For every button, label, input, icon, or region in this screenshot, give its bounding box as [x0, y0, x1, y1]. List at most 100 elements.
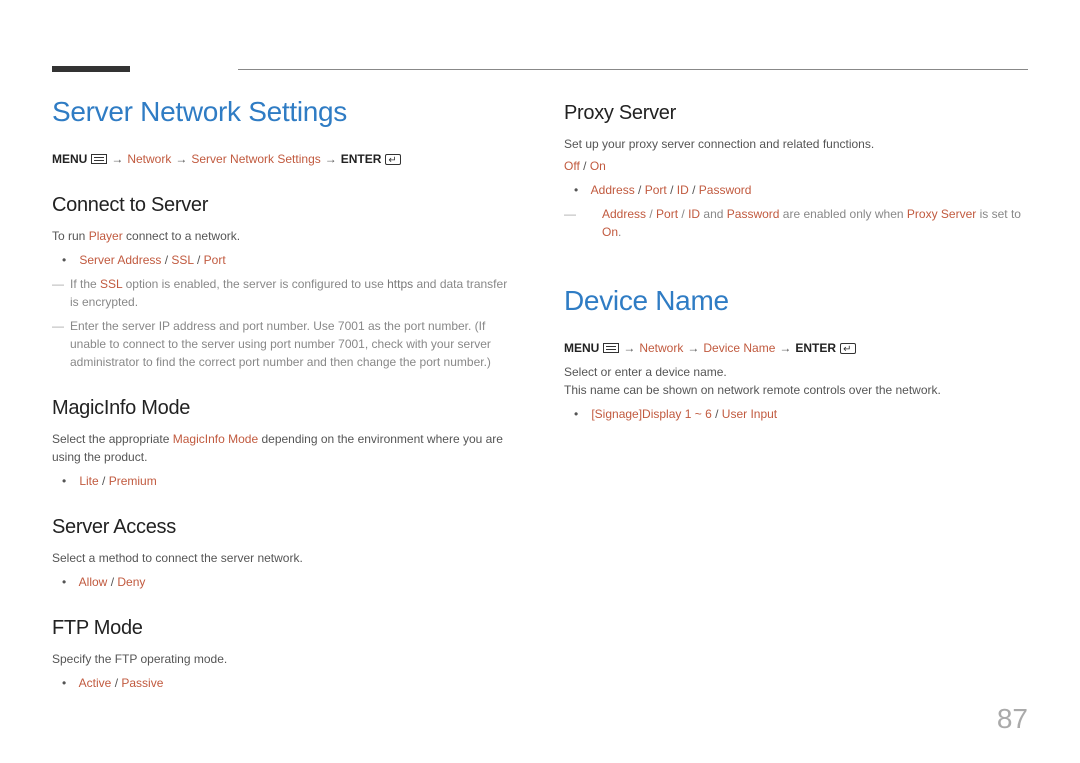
- option-label: Port: [645, 183, 667, 197]
- option-label: ID: [677, 183, 689, 197]
- option-item: Address / Port / ID / Password: [588, 181, 1028, 199]
- option-label: Password: [727, 207, 780, 221]
- page-number: 87: [997, 703, 1028, 735]
- option-label: Server Address: [79, 253, 161, 267]
- text: If the: [70, 277, 100, 291]
- path-step: Network: [639, 339, 683, 357]
- enter-icon: [840, 343, 856, 354]
- text: is set to: [976, 207, 1021, 221]
- body-text: Select the appropriate MagicInfo Mode de…: [52, 430, 516, 466]
- separator: /: [678, 207, 688, 221]
- body-text: This name can be shown on network remote…: [564, 381, 1028, 399]
- option-label: Deny: [117, 575, 145, 589]
- option-label: Allow: [79, 575, 108, 589]
- menu-icon: [603, 343, 619, 353]
- option-label: Proxy Server: [907, 207, 976, 221]
- option-label: ID: [688, 207, 700, 221]
- option-label: Off: [564, 159, 580, 173]
- menu-path-device-name: MENU → Network → Device Name → ENTER: [564, 339, 1028, 357]
- header-accent: [52, 66, 130, 72]
- body-text: Specify the FTP operating mode.: [52, 650, 516, 668]
- option-item: Allow / Deny: [76, 573, 516, 591]
- left-column: Server Network Settings MENU → Network →…: [52, 96, 516, 694]
- option-label: Address: [602, 207, 646, 221]
- option-label: SSL: [171, 253, 193, 267]
- text: connect to a network.: [123, 229, 240, 243]
- option-list: Allow / Deny: [52, 573, 516, 591]
- body-text: Select a method to connect the server ne…: [52, 549, 516, 567]
- option-list: Active / Passive: [52, 674, 516, 692]
- body-text: Select or enter a device name.: [564, 363, 1028, 381]
- menu-path-server-network: MENU → Network → Server Network Settings…: [52, 150, 516, 168]
- arrow-icon: →: [623, 339, 635, 357]
- option-label: Active: [79, 676, 112, 690]
- separator: /: [194, 253, 204, 267]
- option-label: Premium: [109, 474, 157, 488]
- arrow-icon: →: [325, 150, 337, 168]
- option-label: Lite: [79, 474, 98, 488]
- option-label: Port: [656, 207, 678, 221]
- page-content: Server Network Settings MENU → Network →…: [52, 96, 1028, 694]
- text: https: [387, 277, 413, 291]
- body-text: Off / On: [564, 157, 1028, 175]
- option-label: [Signage]Display 1 ~ 6: [591, 407, 711, 421]
- separator: /: [111, 676, 121, 690]
- subsection-magicinfo-mode: MagicInfo Mode: [52, 397, 516, 420]
- path-label-enter: ENTER: [341, 150, 382, 168]
- text: option is enabled, the server is configu…: [122, 277, 387, 291]
- option-list: [Signage]Display 1 ~ 6 / User Input: [564, 405, 1028, 423]
- header-rule: [52, 68, 1028, 74]
- separator: /: [161, 253, 171, 267]
- option-item: Active / Passive: [76, 674, 516, 692]
- body-text: To run Player connect to a network.: [52, 227, 516, 245]
- option-label: User Input: [722, 407, 777, 421]
- separator: /: [712, 407, 722, 421]
- separator: /: [107, 575, 117, 589]
- option-item: Lite / Premium: [76, 472, 516, 490]
- option-label: Passive: [121, 676, 163, 690]
- option-label: On: [590, 159, 606, 173]
- footnote: Address / Port / ID and Password are ena…: [564, 205, 1028, 241]
- path-label-enter: ENTER: [795, 339, 836, 357]
- option-label: Port: [204, 253, 226, 267]
- text: are enabled only when: [779, 207, 906, 221]
- text: and: [700, 207, 727, 221]
- section-heading-device-name: Device Name: [564, 285, 1028, 317]
- option-label: Address: [591, 183, 635, 197]
- body-text: Set up your proxy server connection and …: [564, 135, 1028, 153]
- option-list: Address / Port / ID / Password: [564, 181, 1028, 199]
- arrow-icon: →: [687, 339, 699, 357]
- text: .: [618, 225, 621, 239]
- subsection-proxy-server: Proxy Server: [564, 102, 1028, 125]
- enter-icon: [385, 154, 401, 165]
- option-list: Lite / Premium: [52, 472, 516, 490]
- path-label-menu: MENU: [564, 339, 599, 357]
- subsection-connect-to-server: Connect to Server: [52, 194, 516, 217]
- option-list: Server Address / SSL / Port: [52, 251, 516, 269]
- footnote: Enter the server IP address and port num…: [52, 317, 516, 371]
- option-label: Password: [699, 183, 752, 197]
- arrow-icon: →: [111, 150, 123, 168]
- option-label: On: [602, 225, 618, 239]
- option-label: MagicInfo Mode: [173, 432, 258, 446]
- path-step: Network: [127, 150, 171, 168]
- text: Select the appropriate: [52, 432, 173, 446]
- option-label: SSL: [100, 277, 122, 291]
- separator: /: [99, 474, 109, 488]
- separator: /: [689, 183, 699, 197]
- separator: /: [667, 183, 677, 197]
- path-label-menu: MENU: [52, 150, 87, 168]
- text: To run: [52, 229, 89, 243]
- separator: /: [580, 159, 590, 173]
- right-column: Proxy Server Set up your proxy server co…: [564, 96, 1028, 694]
- menu-icon: [91, 154, 107, 164]
- subsection-ftp-mode: FTP Mode: [52, 617, 516, 640]
- footnote: If the SSL option is enabled, the server…: [52, 275, 516, 311]
- header-line: [238, 69, 1028, 70]
- path-step: Device Name: [703, 339, 775, 357]
- option-label: Player: [89, 229, 123, 243]
- subsection-server-access: Server Access: [52, 516, 516, 539]
- arrow-icon: →: [779, 339, 791, 357]
- option-item: Server Address / SSL / Port: [76, 251, 516, 269]
- arrow-icon: →: [175, 150, 187, 168]
